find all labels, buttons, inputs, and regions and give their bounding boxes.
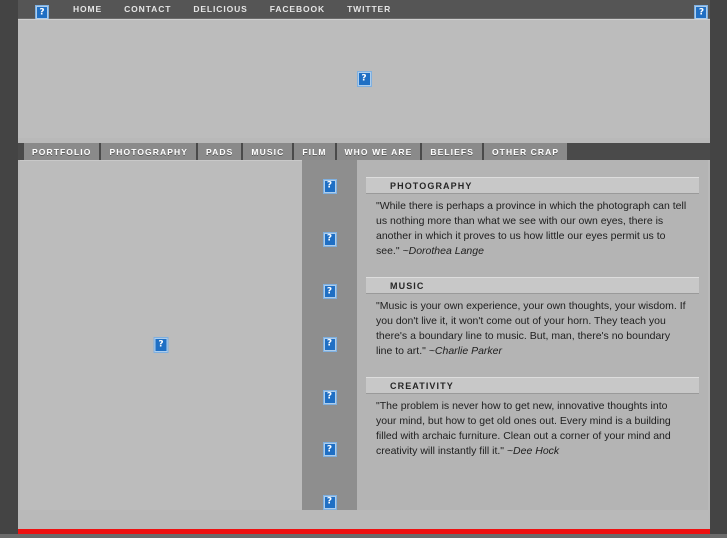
nav-tab-pads[interactable]: PADS [198,143,244,160]
page-body: PORTFOLIO PHOTOGRAPHY PADS MUSIC FILM WH… [18,19,710,537]
broken-image-icon[interactable] [322,442,337,458]
quote-attribution: ~Dorothea Lange [402,245,484,257]
thumbnail-item[interactable] [302,213,357,266]
page-frame-left [0,0,18,537]
quote-text-container: "Music is your own experience, your own … [366,294,699,363]
broken-image-icon[interactable] [322,389,337,405]
top-nav-item-contact[interactable]: CONTACT [124,0,171,19]
thumbnail-item[interactable] [302,318,357,371]
nav-tab-portfolio[interactable]: PORTFOLIO [24,143,102,160]
nav-tab-photography[interactable]: PHOTOGRAPHY [101,143,199,160]
quote-block-photography: PHOTOGRAPHY "While there is perhaps a pr… [366,177,699,263]
nav-filler [569,143,710,160]
nav-tab-who-we-are[interactable]: WHO WE ARE [336,143,423,160]
footer-base [0,538,727,545]
thumbnail-item[interactable] [302,371,357,424]
top-navigation-bar: HOME CONTACT DELICIOUS FACEBOOK TWITTER [18,0,710,19]
quotes-panel: PHOTOGRAPHY "While there is perhaps a pr… [357,160,708,529]
top-nav-links: HOME CONTACT DELICIOUS FACEBOOK TWITTER [73,0,413,18]
broken-image-icon[interactable] [322,284,337,300]
quote-attribution: ~Dee Hock [506,445,560,457]
thumbnail-item[interactable] [302,265,357,318]
nav-tab-film[interactable]: FILM [294,143,337,160]
left-content-panel [20,160,302,529]
broken-image-icon[interactable] [35,5,49,21]
quote-heading: PHOTOGRAPHY [366,177,699,194]
quote-attribution: ~Charlie Parker [428,345,503,357]
quote-text: "Music is your own experience, your own … [376,300,686,357]
thumbnail-item[interactable] [302,160,357,213]
quote-block-creativity: CREATIVITY "The problem is never how to … [366,377,699,463]
nav-tab-beliefs[interactable]: BELIEFS [422,143,484,160]
nav-tab-other-crap[interactable]: OTHER CRAP [483,143,570,160]
page-frame-right [710,0,727,537]
quote-block-music: MUSIC "Music is your own experience, you… [366,277,699,363]
quote-text-container: "The problem is never how to get new, in… [366,394,699,463]
section-navigation-bar: PORTFOLIO PHOTOGRAPHY PADS MUSIC FILM WH… [18,143,710,160]
broken-image-icon[interactable] [153,337,169,353]
broken-image-icon[interactable] [356,71,372,87]
broken-image-icon[interactable] [322,336,337,352]
nav-tab-music[interactable]: MUSIC [243,143,295,160]
top-nav-item-facebook[interactable]: FACEBOOK [270,0,325,19]
content-columns: PHOTOGRAPHY "While there is perhaps a pr… [18,160,710,529]
thumbnail-strip [302,160,357,529]
page-root: HOME CONTACT DELICIOUS FACEBOOK TWITTER … [0,0,727,545]
top-nav-item-delicious[interactable]: DELICIOUS [193,0,247,19]
quote-heading: MUSIC [366,277,699,294]
banner-header [18,19,710,138]
top-nav-item-home[interactable]: HOME [73,0,102,19]
quote-heading: CREATIVITY [366,377,699,394]
broken-image-icon[interactable] [322,494,337,510]
quote-text-container: "While there is perhaps a province in wh… [366,194,699,263]
thumbnail-item[interactable] [302,423,357,476]
broken-image-icon[interactable] [694,5,709,21]
broken-image-icon[interactable] [322,231,337,247]
top-nav-item-twitter[interactable]: TWITTER [347,0,391,19]
broken-image-icon[interactable] [322,178,337,194]
